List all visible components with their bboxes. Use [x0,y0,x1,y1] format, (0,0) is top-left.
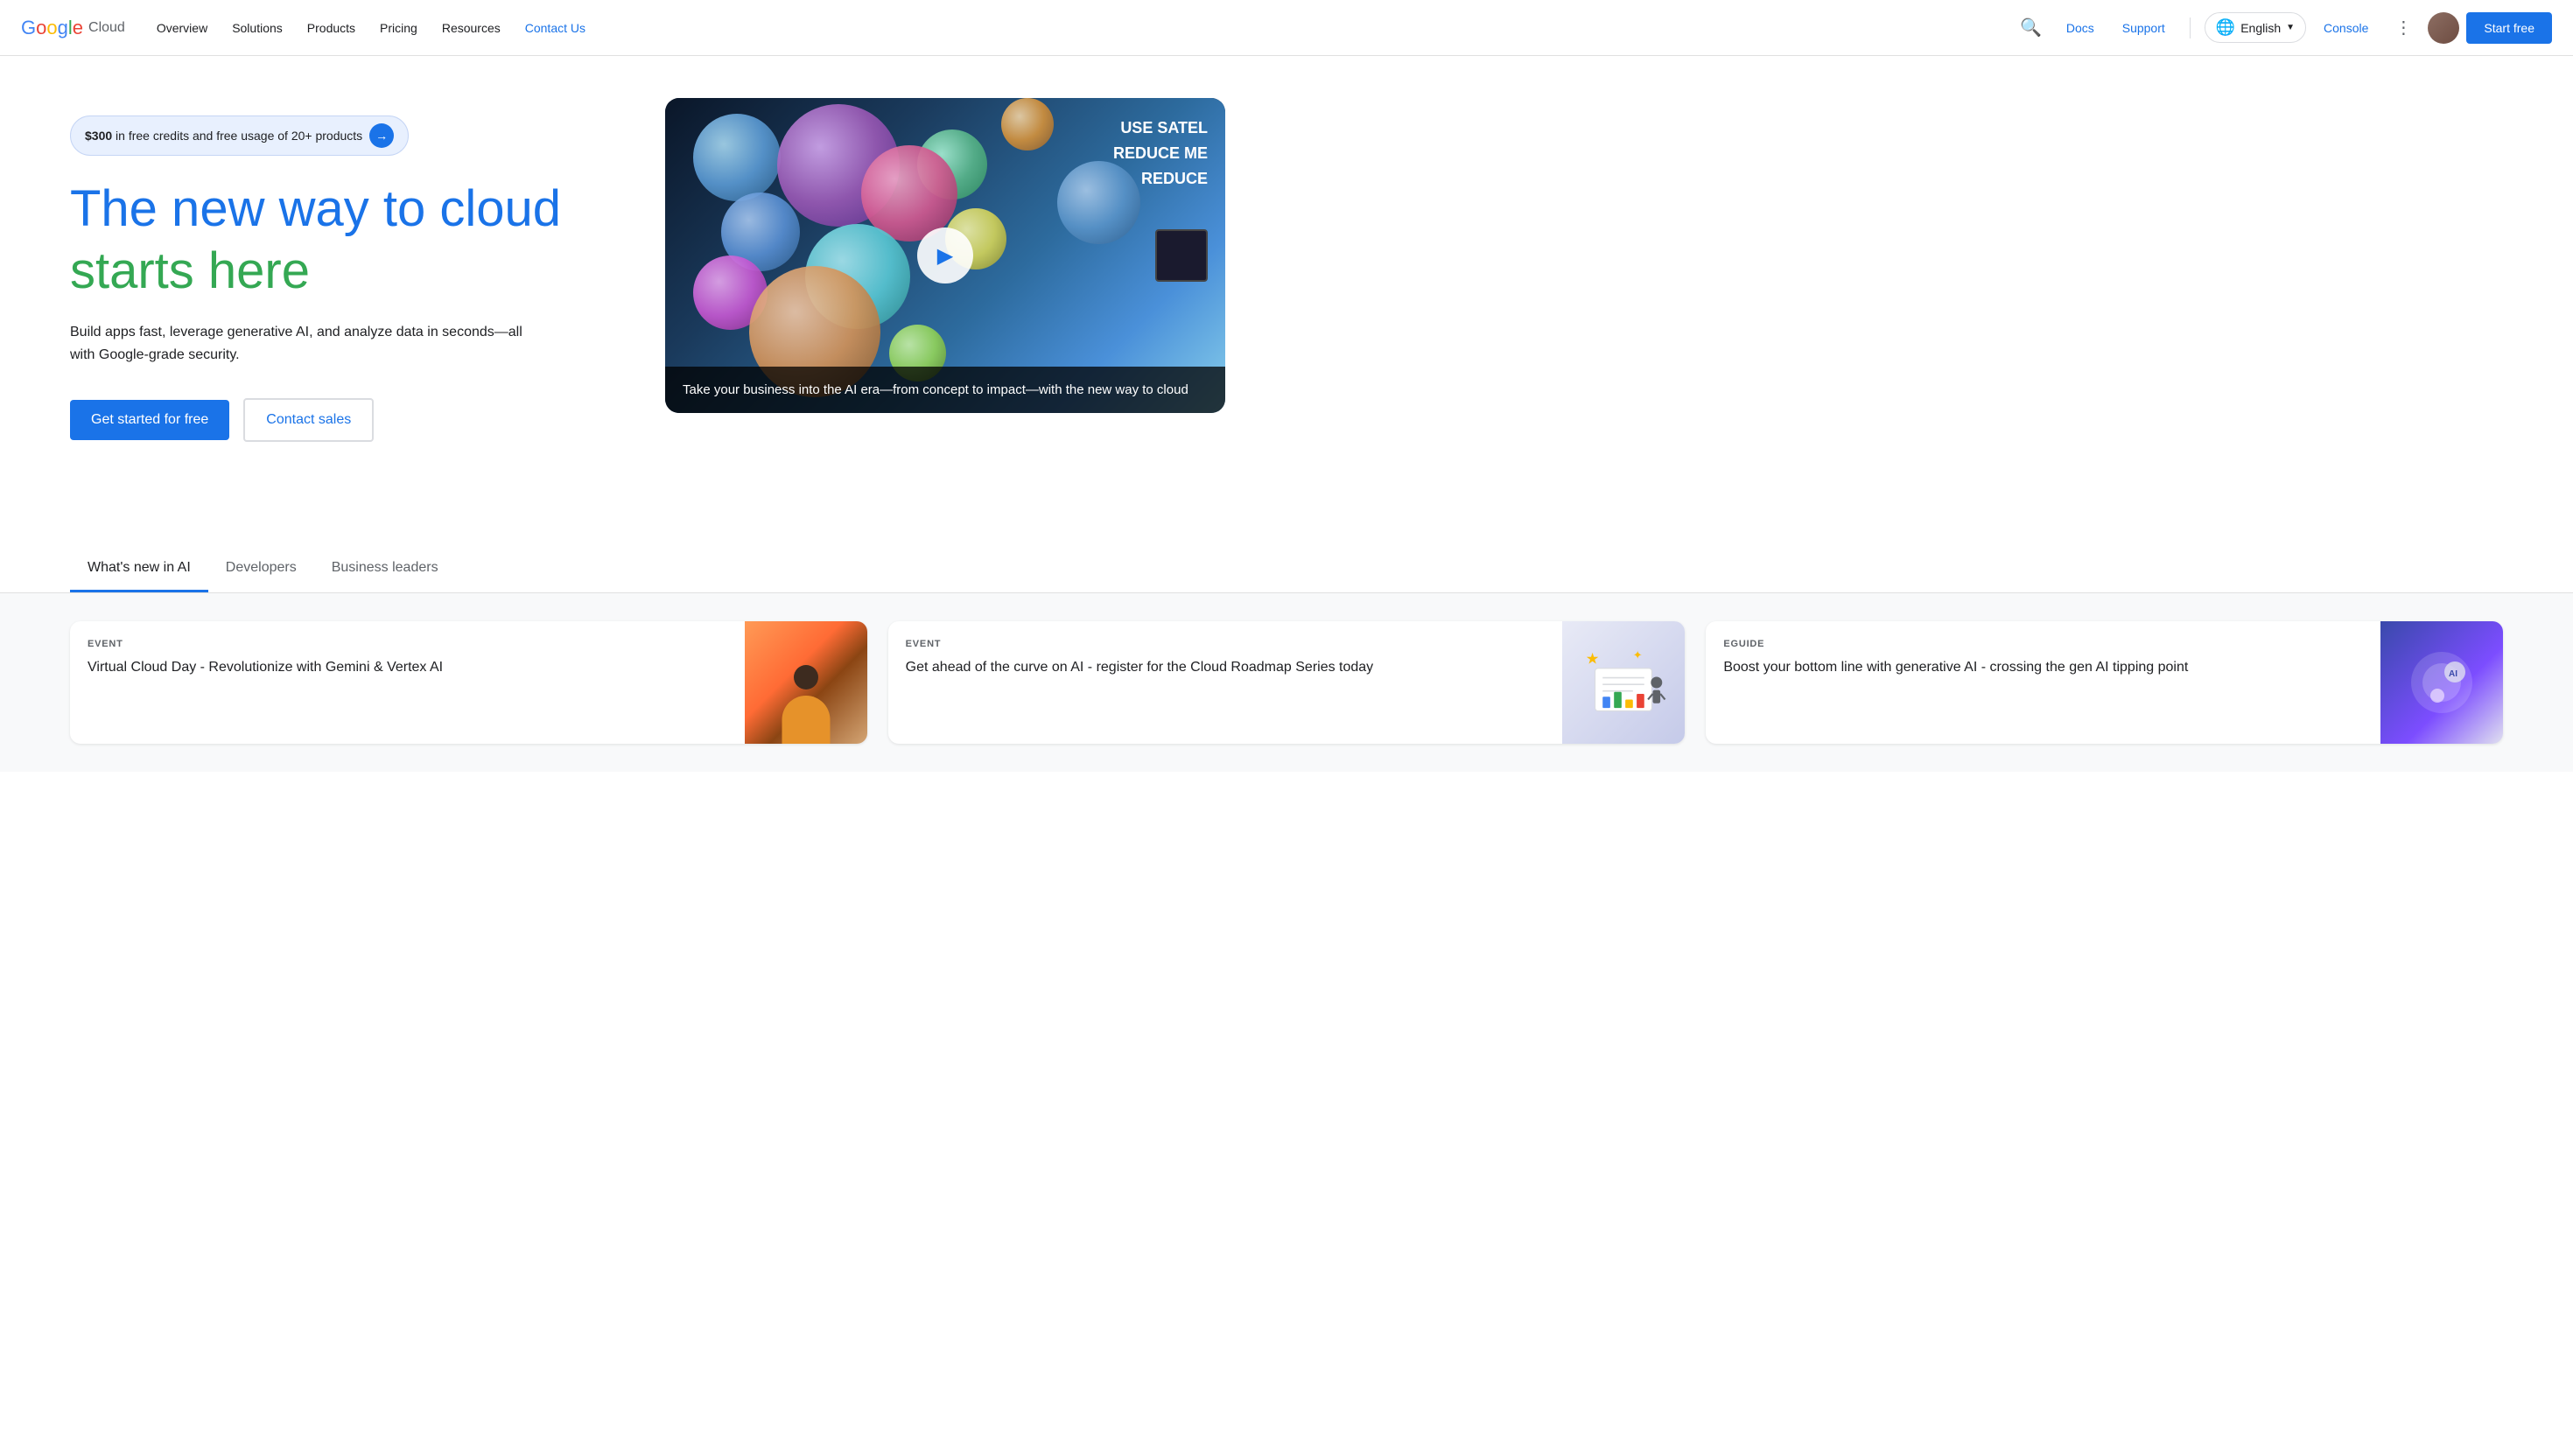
ai-graphic: AI [2407,648,2477,718]
tabs-nav: What's new in AI Developers Business lea… [70,546,2503,592]
language-label: English [2240,21,2281,35]
hero-description: Build apps fast, leverage generative AI,… [70,321,525,366]
avatar[interactable] [2428,12,2459,44]
card-2-image: ★ ✦ [1562,621,1685,744]
person-head [794,665,818,690]
card-3-ai: AI [2380,621,2503,744]
tab-developers[interactable]: Developers [208,546,314,592]
card-3[interactable]: EGUIDE Boost your bottom line with gener… [1706,621,2503,744]
support-link[interactable]: Support [2112,14,2176,42]
play-button[interactable]: ▶ [917,228,973,284]
svg-text:✦: ✦ [1633,648,1643,662]
card-1-text: EVENT Virtual Cloud Day - Revolutionize … [70,621,745,744]
bubble-4 [1001,98,1054,150]
card-1[interactable]: EVENT Virtual Cloud Day - Revolutionize … [70,621,867,744]
card-3-text: EGUIDE Boost your bottom line with gener… [1706,621,2380,744]
hero-title-line2: starts here [70,242,630,301]
card-1-label: EVENT [88,639,727,649]
badge-text: $300 in free credits and free usage of 2… [85,129,362,143]
more-icon: ⋮ [2394,17,2412,38]
card-1-person [745,621,867,744]
card-2-title: Get ahead of the curve on AI - register … [906,658,1546,677]
overlay-line1: USE SATEL [1113,116,1208,141]
overlay-line2: REDUCE ME [1113,141,1208,166]
card-3-label: EGUIDE [1723,639,2363,649]
nav-separator [2190,18,2191,38]
person-silhouette [775,665,837,744]
person-body [782,696,830,744]
search-icon: 🔍 [2020,17,2042,38]
google-logo-text: Google [21,17,83,39]
language-selector[interactable]: 🌐 English ▼ [2205,12,2306,43]
contact-sales-button[interactable]: Contact sales [243,398,374,442]
more-options-button[interactable]: ⋮ [2386,10,2421,46]
svg-text:★: ★ [1586,649,1599,667]
hero-section: $300 in free credits and free usage of 2… [0,56,2573,546]
badge-arrow-icon: → [369,123,394,148]
video-overlay: USE SATEL REDUCE ME REDUCE [1113,116,1208,191]
nav-pricing[interactable]: Pricing [369,14,428,42]
nav-solutions[interactable]: Solutions [221,14,293,42]
svg-text:AI: AI [2449,669,2457,679]
hero-right: USE SATEL REDUCE ME REDUCE ▶ Take your b… [665,98,1225,413]
overlay-line3: REDUCE [1113,166,1208,192]
card-3-image: AI [2380,621,2503,744]
cards-section: EVENT Virtual Cloud Day - Revolutionize … [0,593,2573,772]
start-free-button[interactable]: Start free [2466,12,2552,44]
chevron-down-icon: ▼ [2286,23,2295,32]
get-started-button[interactable]: Get started for free [70,400,229,440]
card-2-chart: ★ ✦ [1562,621,1685,744]
hero-actions: Get started for free Contact sales [70,398,630,442]
nav-resources[interactable]: Resources [431,14,511,42]
nav-products[interactable]: Products [297,14,366,42]
navbar: Google Cloud Overview Solutions Products… [0,0,2573,56]
tab-business-leaders[interactable]: Business leaders [314,546,456,592]
nav-right: 🔍 Docs Support 🌐 English ▼ Console ⋮ Sta… [2014,10,2552,46]
tabs-section: What's new in AI Developers Business lea… [0,546,2573,593]
card-2-label: EVENT [906,639,1546,649]
card-3-title: Boost your bottom line with generative A… [1723,658,2363,677]
promo-badge[interactable]: $300 in free credits and free usage of 2… [70,116,409,156]
card-1-title: Virtual Cloud Day - Revolutionize with G… [88,658,727,677]
card-1-image [745,621,867,744]
tab-whats-new-ai[interactable]: What's new in AI [70,546,208,592]
nav-overview[interactable]: Overview [146,14,218,42]
card-2-text: EVENT Get ahead of the curve on AI - reg… [888,621,1563,744]
console-link[interactable]: Console [2313,14,2379,42]
nav-links: Overview Solutions Products Pricing Reso… [146,14,2007,42]
cloud-text: Cloud [88,20,125,36]
nav-contact-us[interactable]: Contact Us [515,14,596,42]
hero-left: $300 in free credits and free usage of 2… [70,98,630,442]
play-icon: ▶ [937,243,953,269]
hero-title-line1: The new way to cloud [70,180,630,239]
logo[interactable]: Google Cloud [21,17,125,39]
docs-link[interactable]: Docs [2056,14,2105,42]
video-caption: Take your business into the AI era—from … [665,367,1225,413]
chart-svg: ★ ✦ [1576,635,1671,730]
search-button[interactable]: 🔍 [2014,10,2049,46]
hero-video[interactable]: USE SATEL REDUCE ME REDUCE ▶ Take your b… [665,98,1225,413]
avatar-image [2428,12,2459,44]
card-2[interactable]: EVENT Get ahead of the curve on AI - reg… [888,621,1686,744]
video-thumbnail-card [1155,229,1208,282]
globe-icon: 🌐 [2216,18,2235,37]
bubble-1 [693,114,781,201]
